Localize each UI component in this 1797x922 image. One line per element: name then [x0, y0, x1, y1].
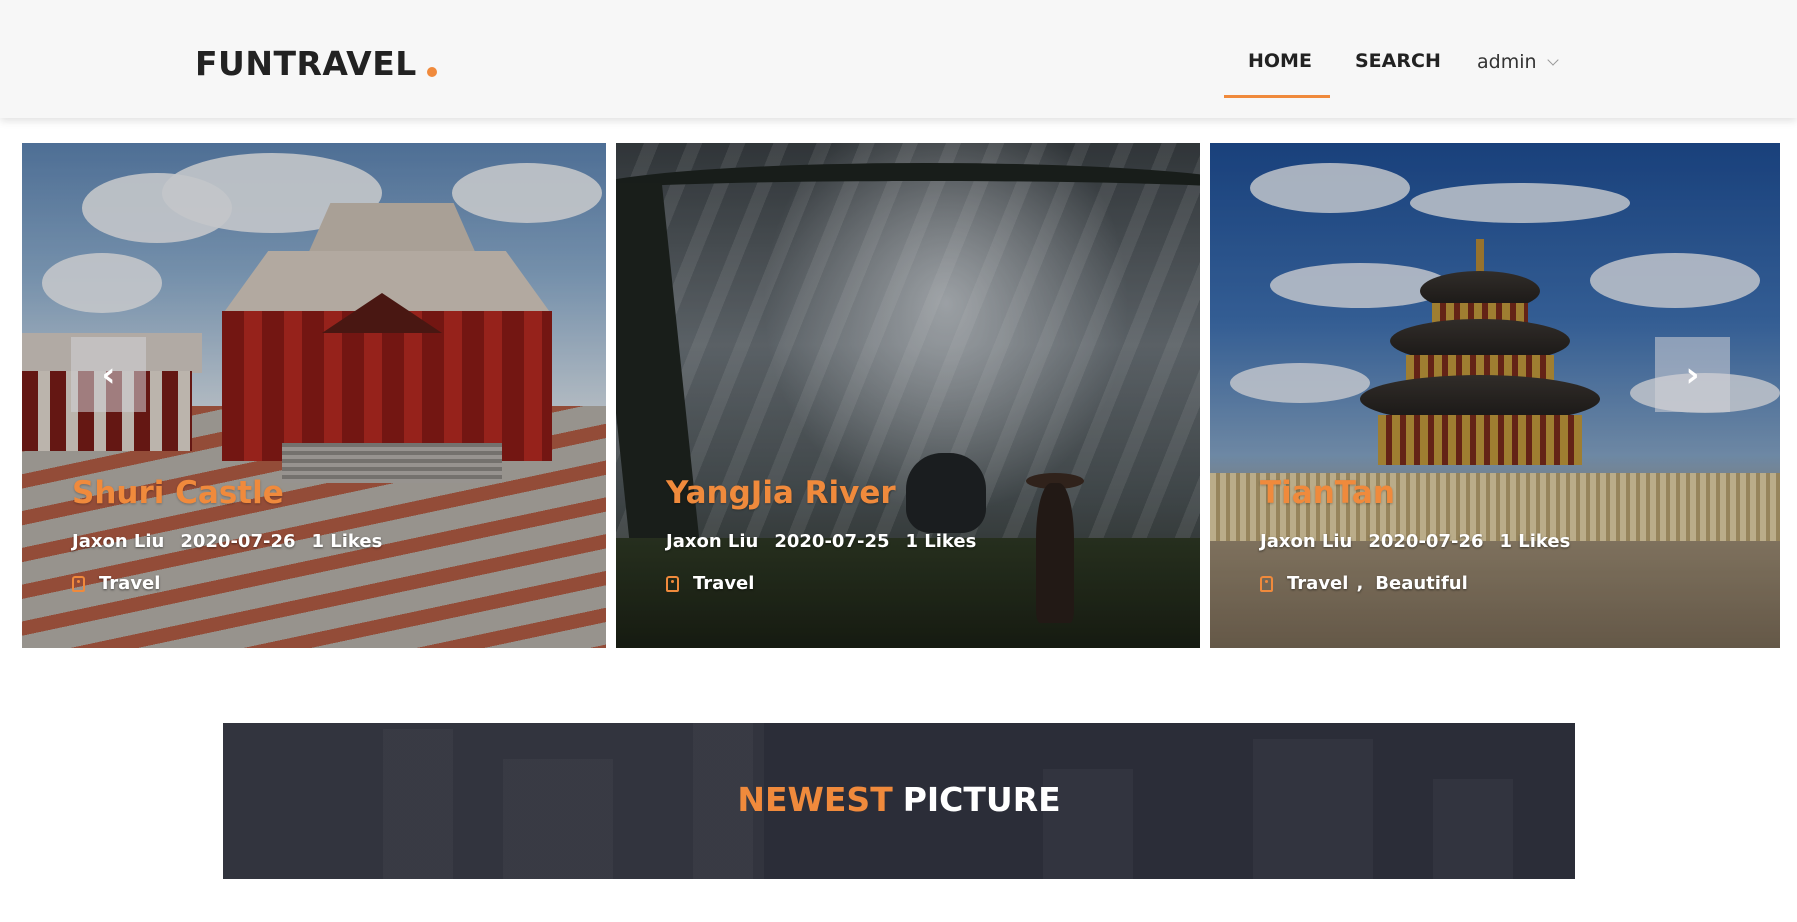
tag-link[interactable]: Travel	[1287, 573, 1348, 594]
tag-icon	[72, 575, 85, 592]
slide-meta: Jaxon Liu 2020-07-25 1 Likes	[666, 531, 976, 552]
tag-link[interactable]: Beautiful	[1375, 573, 1467, 594]
slide-likes: 1 Likes	[311, 531, 383, 552]
slide-tags: Travel	[666, 573, 754, 594]
nav-active-indicator	[1224, 95, 1330, 98]
slide-author: Jaxon Liu	[666, 531, 759, 552]
user-menu[interactable]: admin	[1477, 51, 1559, 73]
carousel-slide-2[interactable]: YangJia River Jaxon Liu 2020-07-25 1 Lik…	[616, 143, 1200, 648]
chevron-left-icon[interactable]: ‹	[101, 355, 115, 395]
tag-link[interactable]: Travel	[693, 573, 754, 594]
slide-author: Jaxon Liu	[72, 531, 165, 552]
slide-title[interactable]: YangJia River	[666, 475, 896, 511]
slide-date: 2020-07-26	[180, 531, 296, 552]
chevron-right-icon[interactable]: ›	[1685, 355, 1699, 395]
carousel-next-button[interactable]: ›	[1655, 337, 1730, 412]
logo-dot	[426, 67, 437, 77]
nav-search-link[interactable]: SEARCH	[1355, 50, 1441, 72]
tag-icon	[1260, 575, 1273, 592]
slide-likes: 1 Likes	[905, 531, 977, 552]
slide-date: 2020-07-25	[774, 531, 890, 552]
nav-home-link[interactable]: HOME	[1248, 50, 1312, 72]
slide-tags: Travel	[72, 573, 160, 594]
carousel-prev-button[interactable]: ‹	[71, 337, 146, 412]
slide-tags: Travel , Beautiful	[1260, 573, 1468, 594]
tag-link[interactable]: Travel	[99, 573, 160, 594]
slide-title[interactable]: TianTan	[1260, 475, 1395, 511]
slide-author: Jaxon Liu	[1260, 531, 1353, 552]
user-menu-label[interactable]: admin	[1477, 51, 1537, 73]
logo-text[interactable]: FUNTRAVEL	[195, 44, 417, 83]
slide-title[interactable]: Shuri Castle	[72, 475, 284, 511]
slide-meta: Jaxon Liu 2020-07-26 1 Likes	[1260, 531, 1570, 552]
newest-picture-banner: NEWEST PICTURE	[223, 723, 1575, 879]
slide-date: 2020-07-26	[1368, 531, 1484, 552]
site-header: FUNTRAVEL HOME SEARCH admin	[0, 0, 1797, 118]
tag-icon	[666, 575, 679, 592]
section-title-accent: NEWEST	[737, 780, 893, 819]
section-title: NEWEST PICTURE	[223, 780, 1575, 819]
chevron-down-icon[interactable]	[1546, 54, 1559, 66]
section-title-rest: PICTURE	[902, 780, 1061, 819]
site-logo[interactable]: FUNTRAVEL	[195, 44, 437, 83]
tag-separator: ,	[1356, 573, 1364, 594]
slide-meta: Jaxon Liu 2020-07-26 1 Likes	[72, 531, 382, 552]
slide-likes: 1 Likes	[1499, 531, 1571, 552]
